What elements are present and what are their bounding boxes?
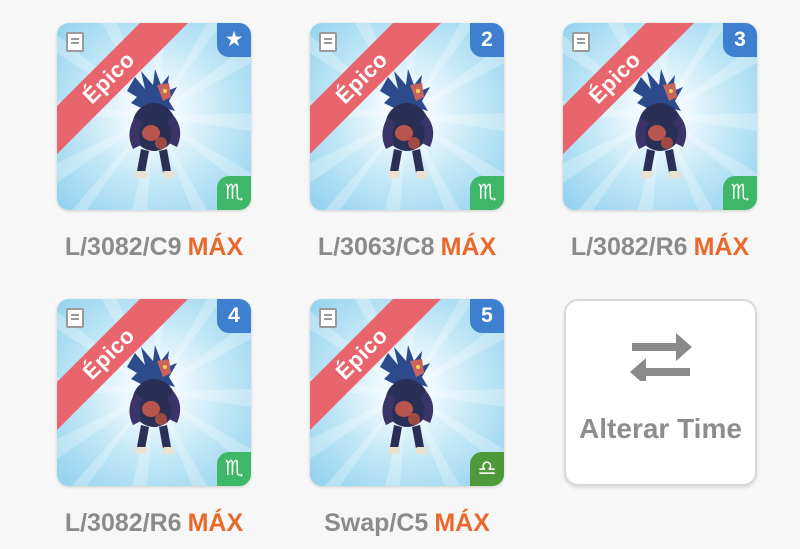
monster-card[interactable]: Épico 2 ♏ bbox=[310, 23, 504, 210]
card-code: L/3082/R6 bbox=[64, 509, 182, 537]
scorpio-icon: ♏ bbox=[217, 176, 251, 210]
werewolf-monster-icon bbox=[127, 345, 181, 454]
monster-card[interactable]: Épico ★ ♏ bbox=[57, 23, 251, 210]
leader-star-badge: ★ bbox=[217, 23, 251, 57]
card-code: L/3082/R6 bbox=[570, 233, 688, 261]
change-team-button[interactable]: Alterar Time bbox=[564, 299, 757, 486]
slot-number-badge: 4 bbox=[217, 299, 251, 333]
notes-icon[interactable] bbox=[66, 32, 84, 52]
max-level-badge: MÁX bbox=[187, 509, 244, 537]
max-level-badge: MÁX bbox=[187, 233, 244, 261]
werewolf-monster-icon bbox=[380, 345, 434, 454]
werewolf-monster-icon bbox=[633, 69, 687, 178]
card-label: Swap/C5 MÁX bbox=[290, 509, 524, 538]
notes-icon[interactable] bbox=[66, 308, 84, 328]
notes-icon[interactable] bbox=[572, 32, 590, 52]
scorpio-icon: ♏ bbox=[470, 176, 504, 210]
slot-number-badge: 2 bbox=[470, 23, 504, 57]
card-label: L/3082/C9 MÁX bbox=[37, 233, 271, 262]
max-level-badge: MÁX bbox=[693, 233, 750, 261]
werewolf-monster-icon bbox=[380, 69, 434, 178]
card-code: L/3082/C9 bbox=[64, 233, 182, 261]
libra-icon: ♎ bbox=[470, 452, 504, 486]
werewolf-monster-icon bbox=[127, 69, 181, 178]
slot-number-badge: 5 bbox=[470, 299, 504, 333]
card-code: L/3063/C8 bbox=[317, 233, 435, 261]
card-label: L/3082/R6 MÁX bbox=[37, 509, 271, 538]
scorpio-icon: ♏ bbox=[723, 176, 757, 210]
scorpio-icon: ♏ bbox=[217, 452, 251, 486]
monster-card[interactable]: Épico 3 ♏ bbox=[563, 23, 757, 210]
notes-icon[interactable] bbox=[319, 308, 337, 328]
card-code: Swap/C5 bbox=[324, 509, 429, 537]
notes-icon[interactable] bbox=[319, 32, 337, 52]
card-label: L/3063/C8 MÁX bbox=[290, 233, 524, 262]
change-team-label: Alterar Time bbox=[579, 413, 742, 444]
monster-card[interactable]: Épico 5 ♎ bbox=[310, 299, 504, 486]
max-level-badge: MÁX bbox=[440, 233, 497, 261]
monster-card[interactable]: Épico 4 ♏ bbox=[57, 299, 251, 486]
swap-arrows-icon bbox=[630, 333, 692, 381]
max-level-badge: MÁX bbox=[434, 509, 490, 537]
slot-number-badge: 3 bbox=[723, 23, 757, 57]
card-label: L/3082/R6 MÁX bbox=[543, 233, 777, 262]
